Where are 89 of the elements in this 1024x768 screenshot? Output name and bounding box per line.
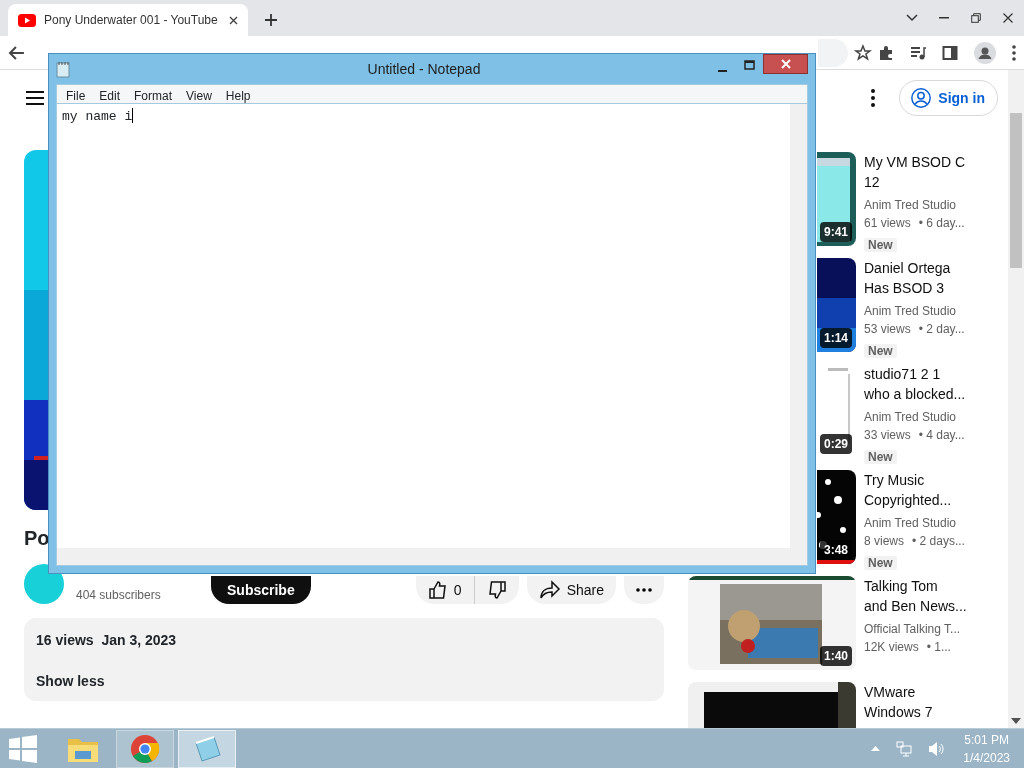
duration-label: 0:29 [819, 434, 852, 454]
menu-icon[interactable] [1012, 44, 1016, 61]
new-tab-icon[interactable] [264, 13, 278, 27]
scrollbar[interactable] [1008, 70, 1024, 728]
video-title: Po [24, 526, 51, 551]
scroll-down-icon[interactable] [1011, 718, 1021, 724]
video-thumbnail[interactable]: 0:29 [817, 364, 856, 458]
close-icon[interactable] [1003, 13, 1013, 23]
menu-item[interactable]: File [59, 85, 93, 103]
video-title[interactable]: studio71 2 1 who a blocked... [864, 364, 966, 404]
view-count: 8 views [864, 533, 904, 550]
new-badge: New [864, 344, 897, 358]
video-thumbnail[interactable]: 3:48 [817, 470, 856, 564]
taskbar-app[interactable] [116, 729, 174, 768]
menu-item[interactable]: Edit [92, 85, 128, 103]
view-count: 12K views [864, 639, 919, 656]
new-badge: New [864, 556, 897, 570]
video-thumbnail[interactable]: 9:41 [817, 152, 856, 246]
puzzle-icon[interactable] [878, 44, 894, 61]
upload-age: • 2 day... [918, 321, 965, 338]
restore-icon[interactable] [971, 13, 981, 23]
view-count: 53 views [864, 321, 911, 338]
more-icon[interactable] [871, 89, 876, 107]
start-icon[interactable] [8, 733, 38, 764]
channel-name[interactable]: Anim Tred Studio [864, 408, 966, 426]
video-title[interactable]: My VM BSOD C 12 [864, 152, 966, 192]
new-badge: New [864, 450, 897, 464]
thumbs-down-icon [486, 580, 507, 600]
video-thumbnail[interactable]: 1:14 [817, 258, 856, 352]
more-button[interactable] [624, 576, 664, 604]
notepad-icon [192, 734, 222, 763]
new-badge: New [864, 238, 897, 252]
like-button[interactable]: 0 [415, 576, 474, 604]
duration-label: 1:40 [819, 646, 852, 666]
channel-name[interactable]: Official Talking T... [864, 620, 967, 638]
upload-age: • 1... [926, 639, 951, 656]
view-count: 33 views [864, 427, 911, 444]
upload-age: • 2 days... [912, 533, 965, 550]
scrollbar[interactable] [57, 548, 807, 565]
share-button[interactable]: Share [526, 576, 616, 604]
profile-icon[interactable] [974, 41, 996, 64]
maximize-icon[interactable] [744, 60, 755, 70]
play-logo-icon [18, 13, 36, 27]
menu-item[interactable]: Help [218, 85, 258, 103]
menu-item[interactable]: Format [127, 85, 180, 103]
sign-in-button[interactable]: Sign in [899, 80, 998, 116]
subscriber-count: 404 subscribers [76, 587, 162, 604]
channel-name[interactable]: Anim Tred Studio [864, 514, 965, 532]
menu-icon[interactable] [26, 91, 44, 105]
typed-text: my name i [62, 109, 133, 124]
upload-age: • 6 day... [918, 215, 965, 232]
scrollbar[interactable] [790, 104, 807, 548]
dislike-button[interactable] [473, 576, 519, 604]
show-less-link[interactable]: Show less [36, 671, 105, 692]
channel-name[interactable]: Anim Tred Studio [864, 196, 966, 214]
close-button[interactable] [763, 54, 808, 74]
share-icon [538, 580, 561, 600]
thumbs-up-icon [427, 580, 448, 600]
view-count: 61 views [864, 215, 911, 232]
minimize-icon[interactable] [939, 17, 949, 19]
browser-tab[interactable]: Pony Underwater 001 - YouTube [8, 4, 248, 36]
menu-item[interactable]: View [179, 85, 219, 103]
subscribe-button[interactable]: Subscribe [211, 576, 311, 604]
account-icon [910, 87, 933, 109]
video-thumbnail[interactable]: 1:40 [688, 576, 856, 670]
video-title[interactable]: Try Music Copyrighted... [864, 470, 965, 510]
star-icon[interactable] [854, 43, 872, 62]
chrome-logo-icon [130, 733, 160, 764]
playlist-icon[interactable] [910, 44, 926, 61]
video-title[interactable]: VMware Windows 7 [864, 682, 933, 722]
more-icon [636, 588, 652, 592]
side-panel-icon[interactable] [942, 44, 958, 61]
text-cursor [132, 108, 134, 123]
duration-label: 1:14 [819, 328, 852, 348]
description-box[interactable]: 16 views Jan 3, 2023 Show less [24, 618, 664, 701]
close-icon[interactable] [229, 15, 238, 25]
scrollbar-thumb[interactable] [1010, 113, 1022, 268]
duration-label: 9:41 [819, 222, 852, 242]
tab-title: Pony Underwater 001 - YouTube [44, 12, 219, 29]
channel-name[interactable]: Anim Tred Studio [864, 302, 965, 320]
notepad-icon [56, 60, 70, 78]
view-count-date: 16 views Jan 3, 2023 [36, 631, 178, 650]
duration-label: 3:48 [819, 540, 852, 560]
video-title[interactable]: Talking Tom and Ben News... [864, 576, 967, 616]
upload-age: • 4 day... [918, 427, 965, 444]
chevron-down-icon[interactable] [906, 14, 918, 22]
video-title[interactable]: Daniel Ortega Has BSOD 3 [864, 258, 965, 298]
window-title: Untitled - Notepad [366, 59, 482, 79]
close-icon [780, 59, 791, 69]
